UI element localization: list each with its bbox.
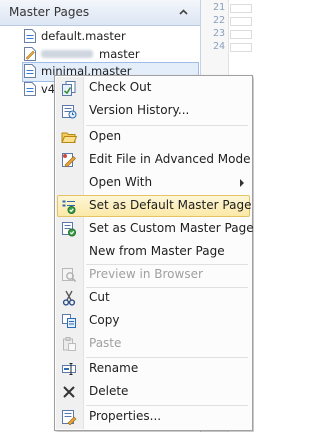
- menu-item-delete[interactable]: Delete: [57, 381, 250, 403]
- check-out-icon: [62, 81, 76, 96]
- menu-item-paste: Paste: [57, 333, 250, 355]
- tree-item-default-master[interactable]: default.master: [0, 27, 200, 46]
- menu-item-properties[interactable]: Properties...: [57, 406, 250, 428]
- line-number: 22: [212, 15, 225, 26]
- menu-item-label: Delete: [89, 384, 129, 398]
- menu-item-label: Rename: [89, 361, 139, 375]
- menu-item-label: Properties...: [89, 409, 162, 423]
- rename-icon: [62, 363, 76, 375]
- properties-icon: [62, 410, 77, 425]
- menu-item-rename[interactable]: Rename: [57, 358, 250, 380]
- menu-item-check-out[interactable]: Check Out: [57, 77, 250, 99]
- open-folder-icon: [61, 132, 77, 143]
- copy-icon: [62, 314, 76, 328]
- menu-item-label: New from Master Page: [89, 244, 225, 258]
- menu-item-copy[interactable]: Copy: [57, 310, 250, 332]
- menu-item-cut[interactable]: Cut: [57, 287, 250, 309]
- menu-item-preview-in-browser: Preview in Browser: [57, 264, 250, 286]
- panel-header: Master Pages: [0, 0, 200, 26]
- menu-item-label: Set as Default Master Page: [89, 198, 252, 212]
- tree-item-label: master: [99, 47, 140, 61]
- menu-item-open[interactable]: Open: [57, 126, 250, 148]
- set-default-master-icon: [62, 200, 76, 214]
- set-custom-master-icon: [62, 222, 76, 237]
- preview-browser-icon: [62, 268, 77, 283]
- code-line-marker: [230, 4, 252, 13]
- menu-item-open-with[interactable]: Open With: [57, 172, 250, 194]
- menu-item-version-history[interactable]: Version History...: [57, 100, 250, 122]
- menu-item-set-custom-master[interactable]: Set as Custom Master Page: [57, 218, 254, 240]
- code-line-marker: [230, 30, 252, 39]
- menu-item-label: Paste: [89, 336, 122, 350]
- delete-icon: [63, 386, 75, 398]
- menu-item-label: Version History...: [89, 103, 190, 117]
- code-line-marker: [230, 43, 252, 52]
- menu-item-label: Preview in Browser: [89, 267, 203, 281]
- menu-item-label: Cut: [89, 290, 110, 304]
- menu-item-label: Open With: [89, 175, 153, 189]
- version-history-icon: [62, 105, 77, 119]
- line-number: 23: [212, 28, 225, 39]
- panel-title: Master Pages: [9, 5, 90, 19]
- cut-icon: [62, 290, 76, 306]
- tree-item-label: v4: [41, 82, 56, 96]
- menu-item-edit-advanced[interactable]: Edit File in Advanced Mode: [57, 149, 250, 171]
- menu-item-new-from-master[interactable]: New from Master Page: [57, 241, 250, 263]
- collapse-chevron-icon[interactable]: [177, 6, 190, 19]
- master-page-file-icon: [24, 82, 36, 96]
- context-menu: Check Out Version History... Open Edit F…: [54, 75, 254, 431]
- paste-icon: [63, 337, 76, 351]
- menu-item-set-default-master[interactable]: Set as Default Master Page: [57, 195, 252, 217]
- tree-item-label: default.master: [41, 29, 126, 43]
- application-window: Master Pages default.master master minim…: [0, 0, 254, 432]
- menu-item-label: Check Out: [89, 80, 152, 94]
- menu-item-label: Copy: [89, 313, 120, 327]
- menu-item-label: Edit File in Advanced Mode: [89, 152, 251, 166]
- submenu-arrow-icon: [240, 179, 244, 187]
- line-number: 21: [212, 2, 225, 13]
- menu-item-label: Open: [89, 129, 122, 143]
- line-number: 24: [212, 41, 225, 52]
- menu-item-label: Set as Custom Master Page: [89, 221, 254, 235]
- code-line-marker: [230, 17, 252, 26]
- redacted-name: [41, 50, 93, 58]
- master-page-file-icon: [24, 64, 36, 78]
- master-page-file-icon: [24, 29, 36, 43]
- edit-advanced-icon: [62, 153, 76, 168]
- master-page-edit-icon: [24, 47, 36, 61]
